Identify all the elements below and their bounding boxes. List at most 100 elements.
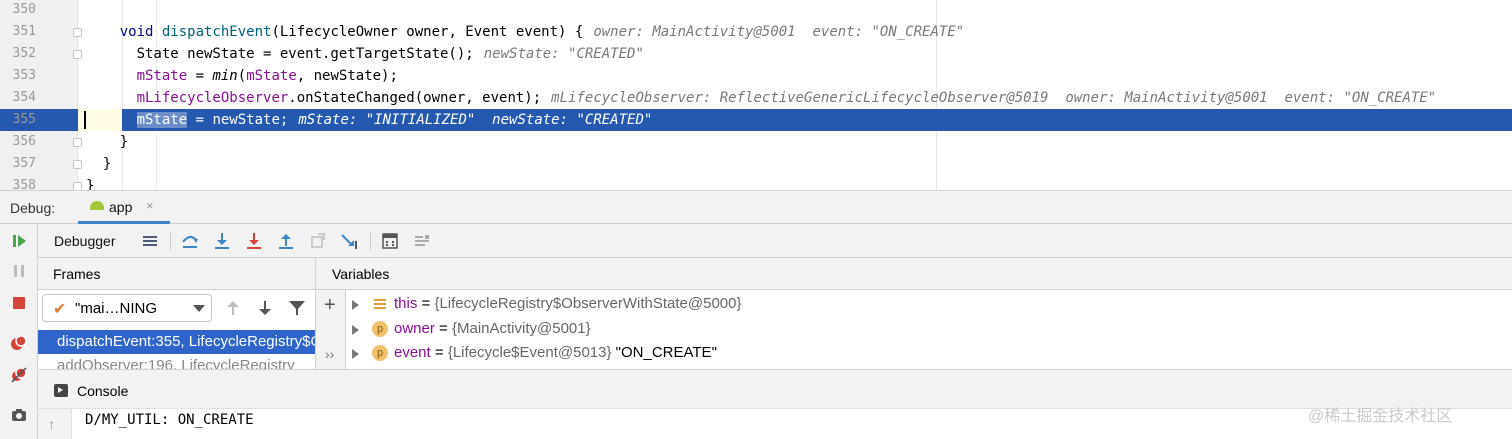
mute-breakpoints-icon[interactable] bbox=[10, 366, 28, 384]
frame-item[interactable]: dispatchEvent:355, LifecycleRegistry$Obs… bbox=[38, 330, 315, 354]
console-icon bbox=[54, 384, 68, 397]
close-icon[interactable]: × bbox=[146, 198, 154, 213]
variable-name: this bbox=[394, 295, 418, 312]
code-line[interactable]: 355 mState = newState; mState: "INITIALIZ… bbox=[0, 109, 1512, 131]
parameter-icon: p bbox=[372, 320, 388, 337]
toolbar-separator bbox=[170, 232, 171, 250]
fold-marker-icon[interactable] bbox=[73, 182, 82, 190]
frames-title: Frames bbox=[53, 266, 101, 282]
camera-icon[interactable] bbox=[10, 406, 28, 424]
tab-app[interactable]: app × bbox=[78, 191, 170, 224]
trace-current-stream-icon[interactable] bbox=[412, 231, 432, 251]
scroll-up-icon[interactable]: ↑ bbox=[48, 416, 55, 432]
force-step-into-icon[interactable] bbox=[244, 231, 264, 251]
code-line[interactable]: 351 void dispatchEvent(LifecycleOwner ow… bbox=[0, 21, 1512, 43]
tab-console[interactable]: Console bbox=[77, 383, 128, 399]
variable-row[interactable]: p owner = {MainActivity@5001} bbox=[348, 317, 1508, 341]
code-token: (LifecycleOwner owner, Event event) { bbox=[271, 24, 584, 40]
frames-header: Frames bbox=[38, 258, 315, 290]
code-token: min bbox=[212, 68, 238, 84]
variable-name: event bbox=[394, 344, 431, 361]
fold-marker-icon[interactable] bbox=[73, 160, 82, 169]
menu-icon[interactable] bbox=[140, 231, 160, 251]
code-token: State newState = event.getTargetState(); bbox=[86, 46, 474, 62]
run-to-cursor-icon[interactable] bbox=[340, 231, 360, 251]
code-token: } bbox=[86, 156, 112, 172]
step-into-icon[interactable] bbox=[212, 231, 232, 251]
code-text: mState = min(mState, newState); bbox=[86, 65, 398, 87]
variable-value: {Lifecycle$Event@5013} bbox=[447, 344, 612, 361]
code-line[interactable]: 350 bbox=[0, 0, 1512, 21]
evaluate-expression-icon[interactable] bbox=[380, 231, 400, 251]
code-text: State newState = event.getTargetState();… bbox=[86, 43, 644, 65]
pause-icon[interactable] bbox=[10, 262, 28, 280]
code-text: } bbox=[86, 131, 128, 153]
field-list-icon bbox=[372, 296, 388, 312]
code-line[interactable]: 358} bbox=[0, 175, 1512, 190]
code-line[interactable]: 356 } bbox=[0, 131, 1512, 153]
android-icon bbox=[90, 201, 104, 210]
arrow-down-icon[interactable] bbox=[255, 298, 275, 318]
fold-marker-icon[interactable] bbox=[73, 28, 82, 37]
line-number: 352 bbox=[12, 46, 36, 61]
variable-value: {LifecycleRegistry$ObserverWithState@500… bbox=[434, 295, 742, 312]
variable-text: event = {Lifecycle$Event@5013} "ON_CREAT… bbox=[394, 341, 717, 365]
code-token: } bbox=[86, 134, 129, 150]
tab-debugger[interactable]: Debugger bbox=[54, 233, 116, 249]
step-out-icon[interactable] bbox=[276, 231, 296, 251]
console-output[interactable]: ↑ D/MY_UTIL: ON_CREATE bbox=[38, 409, 1512, 439]
fold-marker-icon[interactable] bbox=[73, 50, 82, 59]
expand-triangle-icon[interactable] bbox=[352, 300, 359, 310]
debug-tool-window-header: Debug: app × bbox=[0, 190, 1512, 224]
expand-triangle-icon[interactable] bbox=[352, 324, 359, 335]
code-line[interactable]: 353 mState = min(mState, newState); bbox=[0, 65, 1512, 87]
arrow-up-icon[interactable] bbox=[223, 298, 243, 318]
console-gutter: ↑ bbox=[38, 409, 72, 439]
code-line[interactable]: 357 } bbox=[0, 153, 1512, 175]
code-token: } bbox=[86, 178, 95, 190]
add-watch-icon[interactable]: + bbox=[324, 294, 336, 317]
code-token: mState bbox=[246, 68, 297, 84]
code-token: mState bbox=[136, 112, 188, 128]
code-text: } bbox=[86, 175, 94, 190]
stop-icon[interactable] bbox=[10, 294, 28, 312]
thread-selector[interactable]: ✔ "mai…NING bbox=[42, 294, 212, 322]
filter-icon[interactable] bbox=[287, 298, 307, 318]
line-number: 358 bbox=[12, 178, 36, 190]
variable-text: owner = {MainActivity@5001} bbox=[394, 317, 591, 341]
code-editor[interactable]: 350 351 void dispatchEvent(LifecycleOwner… bbox=[0, 0, 1512, 190]
variable-name: owner bbox=[394, 319, 435, 337]
code-token: dispatchEvent bbox=[161, 24, 272, 40]
line-number: 357 bbox=[12, 156, 36, 171]
console-line: D/MY_UTIL: ON_CREATE bbox=[85, 412, 254, 428]
variable-row[interactable]: p event = {Lifecycle$Event@5013} "ON_CREA… bbox=[348, 341, 1508, 365]
drop-frame-icon[interactable] bbox=[308, 231, 328, 251]
step-over-icon[interactable] bbox=[180, 231, 200, 251]
more-icon[interactable]: ›› bbox=[325, 346, 334, 362]
code-text: } bbox=[86, 153, 111, 175]
code-text: mState = newState; mState: "INITIALIZED" … bbox=[86, 109, 652, 131]
code-token: mState bbox=[136, 68, 188, 84]
line-number: 353 bbox=[12, 68, 36, 83]
code-token: ( bbox=[237, 68, 247, 84]
variables-panel: Variables + ›› this = {LifecycleRegistry… bbox=[316, 258, 1512, 369]
variables-toolbar: + ›› bbox=[316, 290, 346, 369]
frame-item[interactable]: addObserver:196, LifecycleRegistry bbox=[38, 354, 315, 369]
code-token: = bbox=[187, 68, 213, 84]
variable-eq: = bbox=[434, 319, 452, 337]
line-number: 356 bbox=[12, 134, 36, 149]
variable-row[interactable]: this = {LifecycleRegistry$ObserverWithSt… bbox=[348, 292, 1508, 316]
code-line[interactable]: 354 mLifecycleObserver.onStateChanged(ow… bbox=[0, 87, 1512, 109]
line-number: 354 bbox=[12, 90, 36, 105]
code-token: .onStateChanged(owner, event); bbox=[288, 90, 542, 106]
code-token: void bbox=[86, 24, 162, 40]
frames-panel: Frames ✔ "mai…NING dispatchEvent:355, Li… bbox=[38, 258, 316, 369]
variable-eq: = bbox=[417, 295, 435, 312]
code-line[interactable]: 352 State newState = event.getTargetStat… bbox=[0, 43, 1512, 65]
fold-marker-icon[interactable] bbox=[73, 138, 82, 147]
view-breakpoints-icon[interactable] bbox=[10, 334, 28, 352]
resume-icon[interactable] bbox=[10, 232, 28, 250]
expand-triangle-icon[interactable] bbox=[352, 349, 359, 359]
